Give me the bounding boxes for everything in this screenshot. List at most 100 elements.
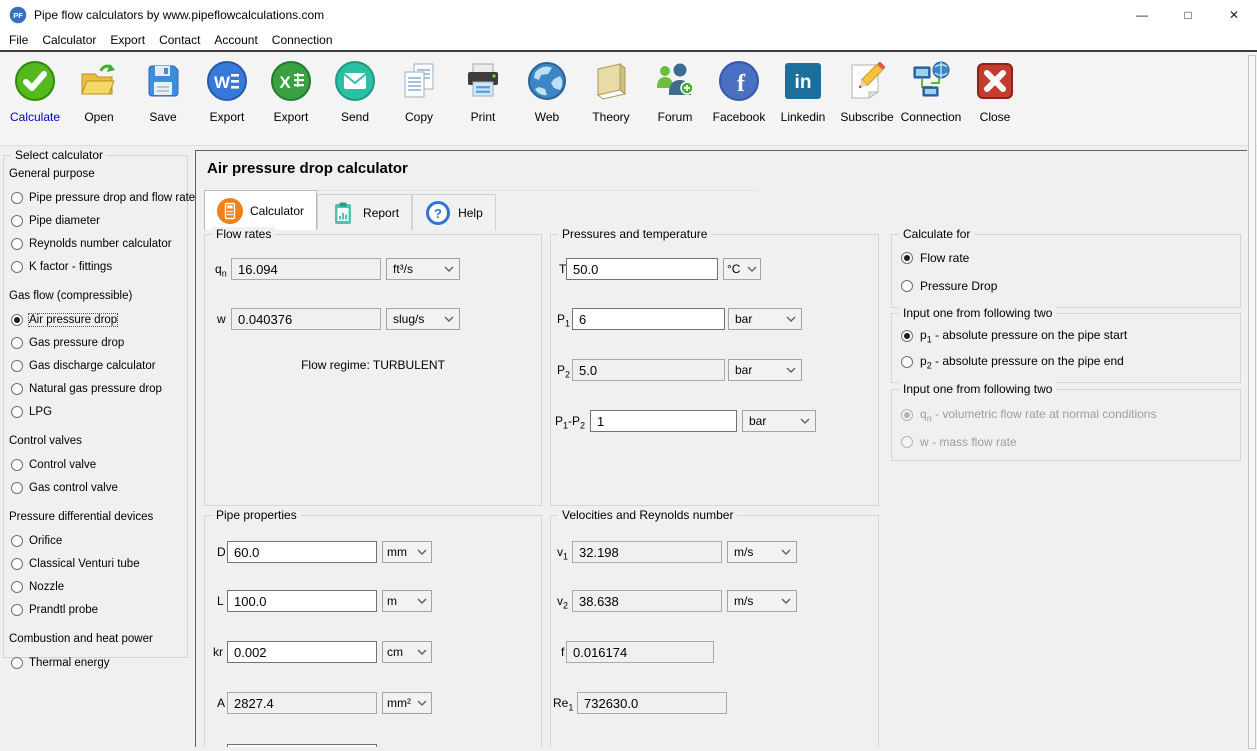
radio-button[interactable] <box>901 280 913 292</box>
a-input[interactable]: 2827.4 <box>227 692 377 714</box>
menu-account[interactable]: Account <box>207 31 264 49</box>
sidebar-item-nozzle[interactable]: Nozzle <box>4 575 187 598</box>
send-button[interactable]: Send <box>324 59 386 124</box>
menu-file[interactable]: File <box>2 31 35 49</box>
p1-unit-select[interactable]: bar <box>728 308 802 330</box>
k-input[interactable]: 4.554 <box>227 744 377 747</box>
v1-input[interactable]: 32.198 <box>572 541 722 563</box>
menu-contact[interactable]: Contact <box>152 31 207 49</box>
sidebar-item-prandtl[interactable]: Prandtl probe <box>4 598 187 621</box>
connection-button[interactable]: Connection <box>900 59 962 124</box>
p1-p2-unit-select[interactable]: bar <box>742 410 816 432</box>
l-input[interactable]: 100.0 <box>227 590 377 612</box>
sidebar-item-venturi[interactable]: Classical Venturi tube <box>4 552 187 575</box>
radio-button[interactable] <box>11 657 23 669</box>
maximize-button[interactable]: □ <box>1165 0 1211 30</box>
sidebar-item-gas-pressure-drop[interactable]: Gas pressure drop <box>4 331 187 354</box>
l-unit-select[interactable]: m <box>382 590 432 612</box>
sidebar-item-gas-control-valve[interactable]: Gas control valve <box>4 476 187 499</box>
radio-button[interactable] <box>11 459 23 471</box>
radio-button[interactable] <box>11 192 23 204</box>
menu-export[interactable]: Export <box>103 31 152 49</box>
radio-flow-rate[interactable]: Flow rate <box>901 251 969 265</box>
menu-calculator[interactable]: Calculator <box>35 31 103 49</box>
copy-button[interactable]: Copy <box>388 59 450 124</box>
sidebar-item-natural-gas[interactable]: Natural gas pressure drop <box>4 377 187 400</box>
radio-button[interactable] <box>901 330 913 342</box>
calculate-button[interactable]: Calculate <box>4 59 66 124</box>
radio-button[interactable] <box>11 482 23 494</box>
p2-input[interactable]: 5.0 <box>572 359 725 381</box>
sidebar-item-k-factor[interactable]: K factor - fittings <box>4 255 187 278</box>
radio-button[interactable] <box>11 558 23 570</box>
printer-icon <box>461 59 505 103</box>
open-button[interactable]: Open <box>68 59 130 124</box>
tab-report[interactable]: Report <box>317 194 412 230</box>
d-unit-select[interactable]: mm <box>382 541 432 563</box>
p2-unit-select[interactable]: bar <box>728 359 802 381</box>
w-unit-select[interactable]: slug/s <box>386 308 460 330</box>
sidebar-item-pipe-pressure-drop[interactable]: Pipe pressure drop and flow rate <box>4 186 187 209</box>
radio-button[interactable] <box>11 215 23 227</box>
export-word-button[interactable]: W Export <box>196 59 258 124</box>
sidebar-item-gas-discharge[interactable]: Gas discharge calculator <box>4 354 187 377</box>
p1-p2-input[interactable]: 1 <box>590 410 737 432</box>
sidebar-item-pipe-diameter[interactable]: Pipe diameter <box>4 209 187 232</box>
menu-connection[interactable]: Connection <box>265 31 340 49</box>
v2-unit-select[interactable]: m/s <box>727 590 797 612</box>
radio-button[interactable] <box>11 314 23 326</box>
radio-button[interactable] <box>11 604 23 616</box>
export-excel-button[interactable]: X Export <box>260 59 322 124</box>
vertical-scrollbar[interactable] <box>1248 55 1256 749</box>
web-button[interactable]: Web <box>516 59 578 124</box>
kr-input[interactable]: 0.002 <box>227 641 377 663</box>
a-unit-select[interactable]: mm² <box>382 692 432 714</box>
radio-button[interactable] <box>901 356 913 368</box>
sidebar-item-air-pressure-drop[interactable]: Air pressure drop <box>4 308 187 331</box>
section-label: Combustion and heat power <box>9 633 187 645</box>
forum-button[interactable]: Forum <box>644 59 706 124</box>
radio-p1-absolute-start[interactable]: p1 - absolute pressure on the pipe start <box>901 328 1127 344</box>
d-input[interactable]: 60.0 <box>227 541 377 563</box>
minimize-button[interactable]: — <box>1119 0 1165 30</box>
radio-button[interactable] <box>11 535 23 547</box>
sidebar-item-control-valve[interactable]: Control valve <box>4 453 187 476</box>
radio-button[interactable] <box>11 406 23 418</box>
sidebar-item-orifice[interactable]: Orifice <box>4 529 187 552</box>
kr-unit-select[interactable]: cm <box>382 641 432 663</box>
close-button[interactable]: ✕ <box>1211 0 1257 30</box>
p1-input[interactable]: 6 <box>572 308 725 330</box>
radio-w-mass-flow: w - mass flow rate <box>901 435 1017 449</box>
subscribe-button[interactable]: Subscribe <box>836 59 898 124</box>
save-button[interactable]: Save <box>132 59 194 124</box>
radio-button[interactable] <box>11 238 23 250</box>
t-input[interactable]: 50.0 <box>566 258 718 280</box>
f-input[interactable]: 0.016174 <box>566 641 714 663</box>
v2-input[interactable]: 38.638 <box>572 590 722 612</box>
tab-help[interactable]: ? Help <box>412 194 496 230</box>
qn-unit-select[interactable]: ft³/s <box>386 258 460 280</box>
sidebar-item-thermal-energy[interactable]: Thermal energy <box>4 651 187 674</box>
radio-button[interactable] <box>11 360 23 372</box>
sidebar-item-lpg[interactable]: LPG <box>4 400 187 423</box>
v1-unit-select[interactable]: m/s <box>727 541 797 563</box>
radio-pressure-drop[interactable]: Pressure Drop <box>901 279 997 293</box>
close-app-button[interactable]: Close <box>964 59 1026 124</box>
radio-button[interactable] <box>901 252 913 264</box>
radio-button[interactable] <box>11 383 23 395</box>
w-input[interactable]: 0.040376 <box>231 308 381 330</box>
qn-input[interactable]: 16.094 <box>231 258 381 280</box>
radio-button[interactable] <box>11 337 23 349</box>
radio-button[interactable] <box>11 261 23 273</box>
tab-calculator[interactable]: Calculator <box>204 190 317 230</box>
sidebar-item-reynolds-number[interactable]: Reynolds number calculator <box>4 232 187 255</box>
facebook-button[interactable]: f Facebook <box>708 59 770 124</box>
t-unit-select[interactable]: °C <box>723 258 761 280</box>
linkedin-button[interactable]: in Linkedin <box>772 59 834 124</box>
theory-button[interactable]: Theory <box>580 59 642 124</box>
print-button[interactable]: Print <box>452 59 514 124</box>
radio-p2-absolute-end[interactable]: p2 - absolute pressure on the pipe end <box>901 354 1124 370</box>
radio-button[interactable] <box>11 581 23 593</box>
chevron-down-icon <box>747 266 757 272</box>
re1-input[interactable]: 732630.0 <box>577 692 727 714</box>
